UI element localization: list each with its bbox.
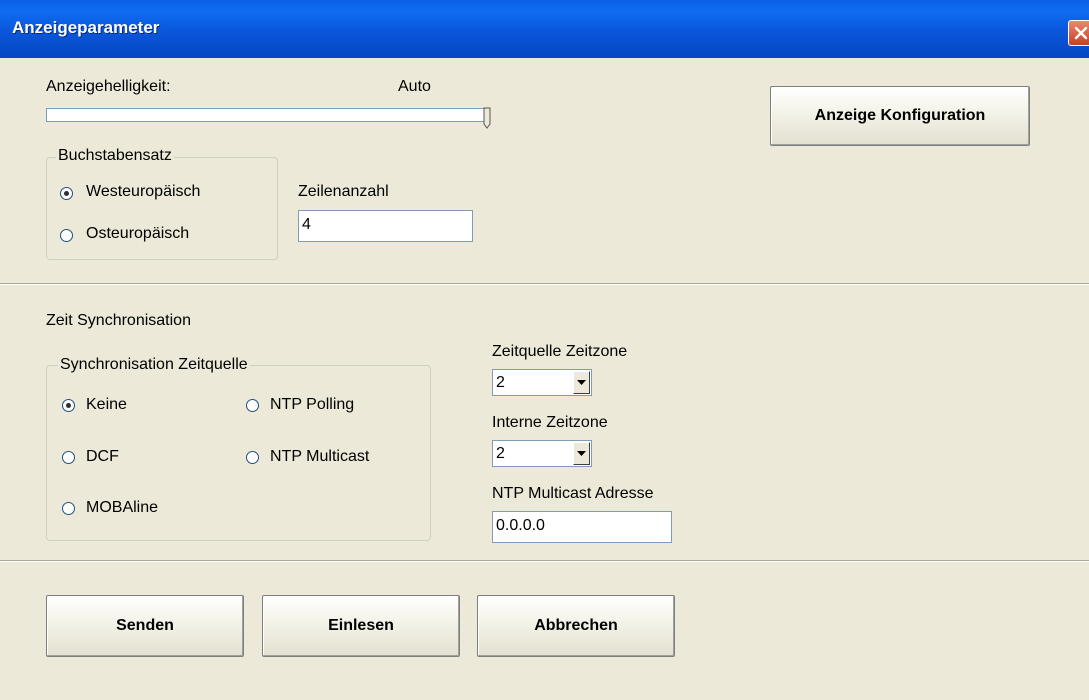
read-button[interactable]: Einlesen <box>262 595 460 657</box>
charset-legend: Buchstabensatz <box>56 147 174 165</box>
title-bar: Anzeigeparameter <box>0 0 1089 58</box>
internal-timezone-value: 2 <box>496 445 505 462</box>
radio-easteuropean-label[interactable]: Osteuropäisch <box>86 225 189 243</box>
lines-label: Zeilenanzahl <box>298 183 389 200</box>
time-sync-heading: Zeit Synchronisation <box>46 312 191 329</box>
lines-input[interactable]: 4 <box>298 210 473 242</box>
radio-westeuropean[interactable] <box>60 187 73 200</box>
radio-none-label[interactable]: Keine <box>86 396 127 414</box>
source-timezone-label: Zeitquelle Zeitzone <box>492 343 628 360</box>
send-button[interactable]: Senden <box>46 595 244 657</box>
radio-dcf[interactable] <box>62 451 75 464</box>
brightness-label: Anzeigehelligkeit: <box>46 78 171 95</box>
radio-easteuropean[interactable] <box>60 229 73 242</box>
close-icon <box>1074 26 1088 40</box>
cancel-button[interactable]: Abbrechen <box>477 595 675 657</box>
brightness-value: Auto <box>398 78 431 95</box>
radio-westeuropean-label[interactable]: Westeuropäisch <box>86 183 200 201</box>
internal-timezone-label: Interne Zeitzone <box>492 414 608 431</box>
window-title: Anzeigeparameter <box>12 18 160 37</box>
display-configuration-button[interactable]: Anzeige Konfiguration <box>770 86 1030 146</box>
chevron-down-icon[interactable] <box>573 442 590 465</box>
radio-ntp-multicast[interactable] <box>246 451 259 464</box>
radio-none[interactable] <box>62 399 75 412</box>
radio-mobaline-label[interactable]: MOBAline <box>86 499 158 517</box>
separator <box>0 560 1089 562</box>
radio-ntp-polling[interactable] <box>246 399 259 412</box>
brightness-slider-thumb[interactable] <box>482 106 492 130</box>
radio-mobaline[interactable] <box>62 502 75 515</box>
ntp-multicast-input[interactable]: 0.0.0.0 <box>492 511 672 543</box>
charset-group <box>46 157 278 260</box>
radio-ntp-polling-label[interactable]: NTP Polling <box>270 396 354 414</box>
close-button[interactable] <box>1068 20 1089 46</box>
separator <box>0 283 1089 285</box>
sync-source-legend: Synchronisation Zeitquelle <box>58 356 250 374</box>
brightness-slider[interactable] <box>46 108 486 122</box>
source-timezone-value: 2 <box>496 374 505 391</box>
ntp-multicast-label: NTP Multicast Adresse <box>492 485 654 502</box>
radio-dcf-label[interactable]: DCF <box>86 448 119 466</box>
internal-timezone-select[interactable]: 2 <box>492 440 592 467</box>
source-timezone-select[interactable]: 2 <box>492 369 592 396</box>
radio-ntp-multicast-label[interactable]: NTP Multicast <box>270 448 369 466</box>
chevron-down-icon[interactable] <box>573 371 590 394</box>
